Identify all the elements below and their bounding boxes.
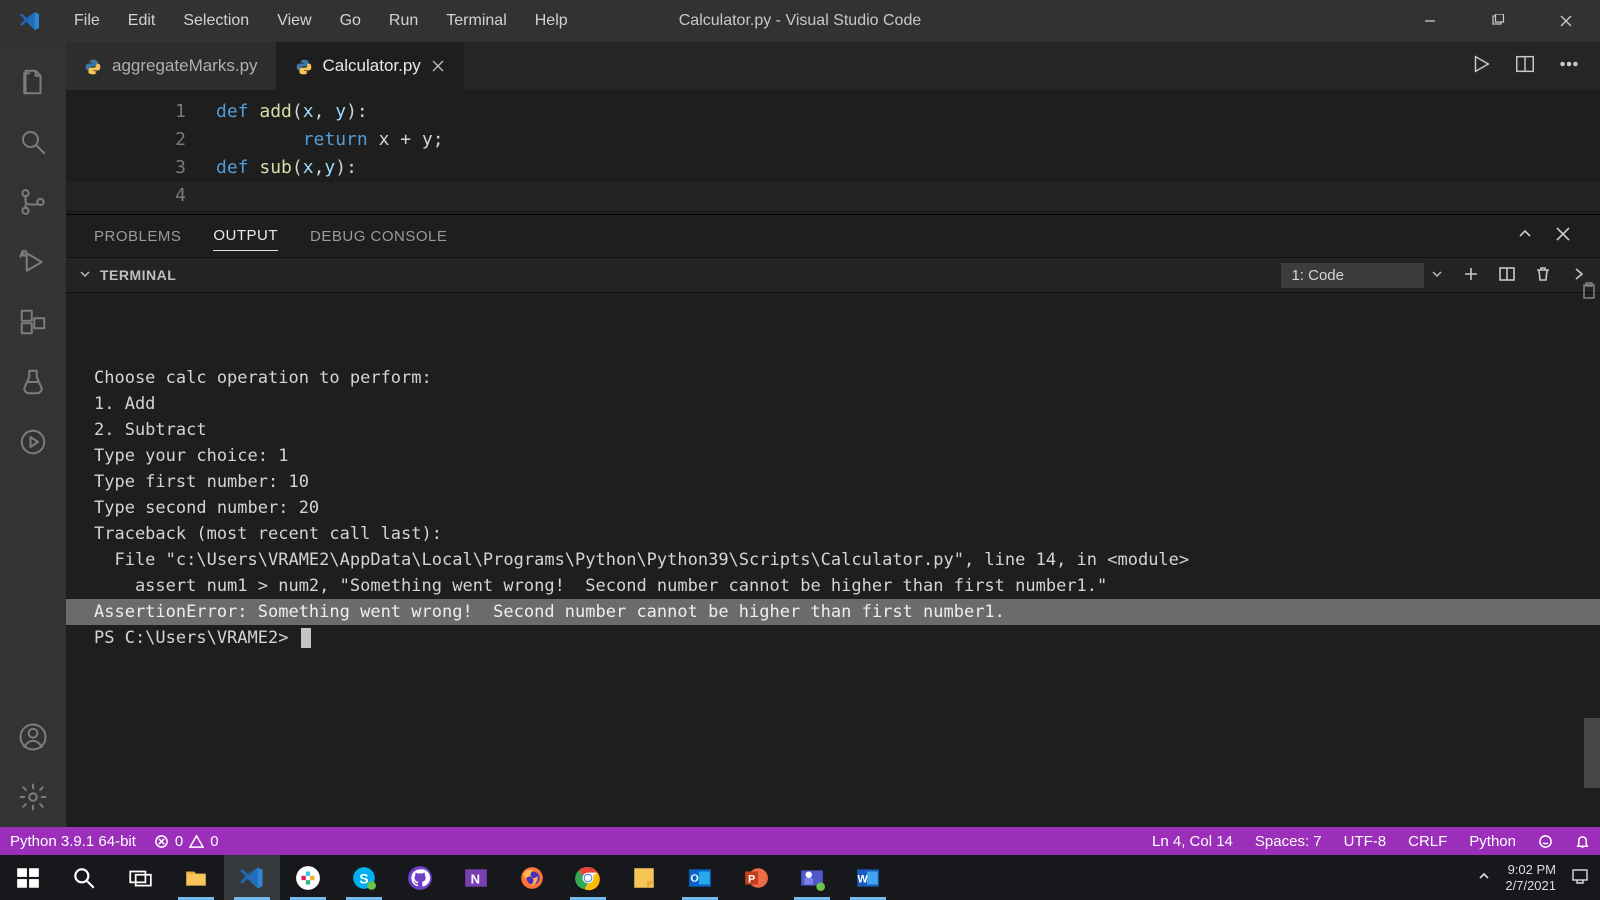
menu-edit[interactable]: Edit	[114, 0, 170, 42]
panel-tab-problems[interactable]: PROBLEMS	[94, 228, 181, 251]
terminal-output[interactable]: Choose calc operation to perform:1. Add2…	[66, 293, 1600, 827]
status-problems[interactable]: 0 0	[154, 833, 219, 850]
taskbar-skype-icon[interactable]: S	[336, 855, 392, 900]
code-editor[interactable]: 1234 def add(x, y): return x + y;def sub…	[66, 90, 1600, 214]
tab-calculator[interactable]: Calculator.py	[277, 42, 464, 90]
status-errors-count: 0	[175, 833, 183, 850]
status-feedback-icon[interactable]	[1538, 834, 1553, 849]
more-actions-icon[interactable]	[1558, 53, 1580, 80]
terminal-header: TERMINAL 1: Code	[66, 257, 1600, 293]
clipboard-icon[interactable]	[1580, 282, 1598, 305]
status-eol[interactable]: CRLF	[1408, 833, 1447, 850]
taskbar-chrome-icon[interactable]	[560, 855, 616, 900]
taskbar-firefox-icon[interactable]	[504, 855, 560, 900]
menu-go[interactable]: Go	[326, 0, 375, 42]
window-title: Calculator.py - Visual Studio Code	[679, 12, 922, 30]
python-file-icon	[295, 56, 313, 76]
windows-taskbar: S N P W 9:02 PM 2/7/2021	[0, 855, 1600, 900]
tab-aggregate-marks[interactable]: aggregateMarks.py	[66, 42, 277, 90]
activity-testing-icon[interactable]	[0, 352, 66, 412]
split-editor-icon[interactable]	[1514, 53, 1536, 80]
activity-search-icon[interactable]	[0, 112, 66, 172]
window-close-button[interactable]	[1532, 0, 1600, 42]
panel-tab-output[interactable]: OUTPUT	[213, 227, 278, 251]
tab-label: aggregateMarks.py	[112, 56, 258, 76]
terminal-selector-label: 1: Code	[1291, 267, 1344, 284]
vscode-logo-icon	[0, 10, 60, 32]
kill-terminal-icon[interactable]	[1534, 265, 1552, 286]
python-file-icon	[84, 56, 102, 76]
taskbar-slack-icon[interactable]	[280, 855, 336, 900]
svg-text:N: N	[471, 871, 480, 886]
chevron-down-icon[interactable]	[1430, 267, 1444, 284]
taskbar-outlook-icon[interactable]	[672, 855, 728, 900]
taskbar-explorer-icon[interactable]	[168, 855, 224, 900]
menu-help[interactable]: Help	[521, 0, 582, 42]
split-terminal-icon[interactable]	[1498, 265, 1516, 286]
activity-liveshare-icon[interactable]	[0, 412, 66, 472]
status-spaces[interactable]: Spaces: 7	[1255, 833, 1322, 850]
taskbar-taskview-icon[interactable]	[112, 855, 168, 900]
activity-settings-icon[interactable]	[0, 767, 66, 827]
status-python[interactable]: Python 3.9.1 64-bit	[10, 833, 136, 850]
activity-explorer-icon[interactable]	[0, 52, 66, 112]
terminal-selector[interactable]: 1: Code	[1281, 263, 1424, 288]
taskbar-vscode-icon[interactable]	[224, 855, 280, 900]
status-bell-icon[interactable]	[1575, 834, 1590, 849]
run-file-icon[interactable]	[1470, 53, 1492, 80]
taskbar-sticky-notes-icon[interactable]	[616, 855, 672, 900]
tab-label: Calculator.py	[323, 56, 421, 76]
window-maximize-button[interactable]	[1464, 0, 1532, 42]
activity-bar	[0, 42, 66, 827]
editor-tab-bar: aggregateMarks.py Calculator.py	[66, 42, 1600, 90]
menu-run[interactable]: Run	[375, 0, 432, 42]
taskbar-teams-icon[interactable]	[784, 855, 840, 900]
status-cursor-pos[interactable]: Ln 4, Col 14	[1152, 833, 1233, 850]
tray-clock[interactable]: 9:02 PM 2/7/2021	[1505, 862, 1556, 894]
status-warnings-count: 0	[210, 833, 218, 850]
taskbar-search-icon[interactable]	[56, 855, 112, 900]
svg-text:S: S	[359, 870, 368, 886]
status-language[interactable]: Python	[1469, 833, 1516, 850]
tray-time: 9:02 PM	[1505, 862, 1556, 878]
taskbar-onenote-icon[interactable]: N	[448, 855, 504, 900]
taskbar-powerpoint-icon[interactable]: P	[728, 855, 784, 900]
panel-maximize-icon[interactable]	[1516, 225, 1534, 247]
status-bar: Python 3.9.1 64-bit 0 0 Ln 4, Col 14 Spa…	[0, 827, 1600, 855]
chevron-down-icon[interactable]	[78, 267, 92, 284]
window-minimize-button[interactable]	[1396, 0, 1464, 42]
close-icon[interactable]	[431, 59, 445, 73]
terminal-label: TERMINAL	[100, 267, 176, 283]
svg-text:W: W	[857, 873, 868, 885]
menu-selection[interactable]: Selection	[169, 0, 263, 42]
title-bar: File Edit Selection View Go Run Terminal…	[0, 0, 1600, 42]
menu-bar: File Edit Selection View Go Run Terminal…	[60, 0, 582, 42]
menu-terminal[interactable]: Terminal	[432, 0, 520, 42]
status-encoding[interactable]: UTF-8	[1344, 833, 1387, 850]
tray-notifications-icon[interactable]	[1570, 866, 1590, 889]
activity-account-icon[interactable]	[0, 707, 66, 767]
new-terminal-icon[interactable]	[1462, 265, 1480, 286]
activity-run-debug-icon[interactable]	[0, 232, 66, 292]
panel-close-icon[interactable]	[1554, 225, 1572, 247]
menu-file[interactable]: File	[60, 0, 114, 42]
activity-extensions-icon[interactable]	[0, 292, 66, 352]
panel-tab-debug-console[interactable]: DEBUG CONSOLE	[310, 228, 447, 251]
tray-chevron-up-icon[interactable]	[1477, 869, 1491, 886]
bottom-panel: PROBLEMS OUTPUT DEBUG CONSOLE TERMINAL 1…	[66, 214, 1600, 827]
menu-view[interactable]: View	[263, 0, 325, 42]
taskbar-github-icon[interactable]	[392, 855, 448, 900]
taskbar-word-icon[interactable]: W	[840, 855, 896, 900]
start-button[interactable]	[0, 855, 56, 900]
tray-date: 2/7/2021	[1505, 878, 1556, 894]
svg-text:P: P	[748, 873, 755, 885]
activity-source-control-icon[interactable]	[0, 172, 66, 232]
